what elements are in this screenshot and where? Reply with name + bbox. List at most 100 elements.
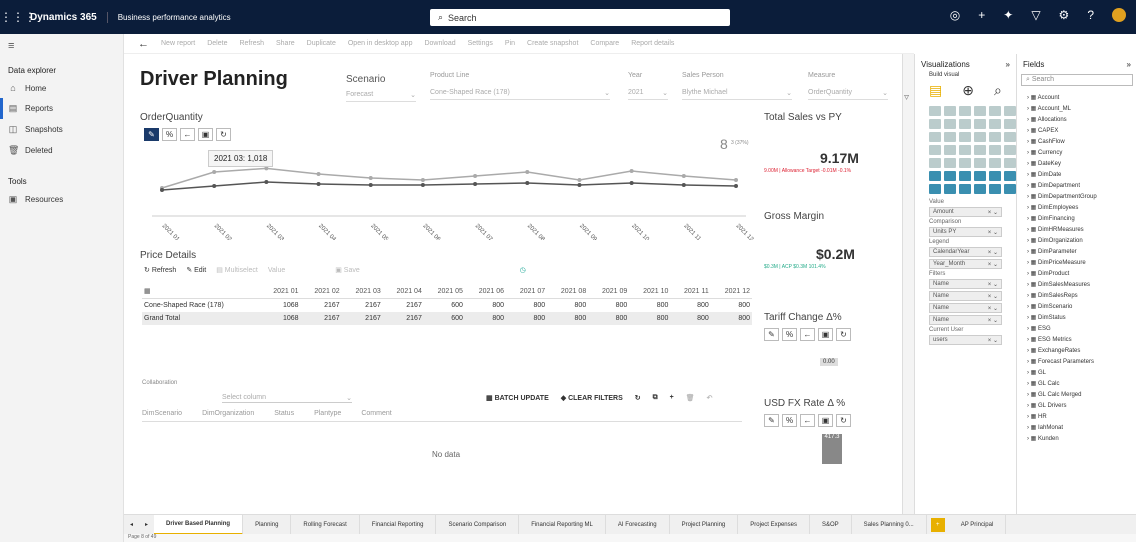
close-icon[interactable]: × ⌄ — [988, 249, 998, 256]
field-table-item[interactable]: › ▦ IahMonat — [1021, 422, 1133, 433]
field-table-item[interactable]: › ▦ DimDepartment — [1021, 180, 1133, 191]
field-table-item[interactable]: › ▦ GL Calc Merged — [1021, 389, 1133, 400]
tab-rolling-forecast[interactable]: Rolling Forecast — [291, 515, 360, 534]
bulb-icon[interactable]: ✦ — [1003, 8, 1013, 22]
undo-icon[interactable]: ↶ — [707, 394, 713, 402]
col-header[interactable]: DimScenario — [142, 410, 182, 417]
field-table-item[interactable]: › ▦ Currency — [1021, 147, 1133, 158]
save-button[interactable]: ▣ Save — [335, 266, 360, 274]
field-table-item[interactable]: › ▦ DimStatus — [1021, 312, 1133, 323]
arrow-left-icon[interactable]: ← — [800, 414, 815, 427]
add-icon[interactable]: + — [978, 8, 985, 22]
prev-page-icon[interactable]: ◂ — [124, 521, 139, 528]
data-point[interactable] — [368, 183, 373, 187]
refresh-icon[interactable]: ↻ — [635, 394, 641, 402]
settings-icon[interactable]: ⚙ — [1059, 8, 1070, 22]
batch-update-button[interactable]: ▦ BATCH UPDATE — [486, 394, 549, 402]
cmd-download[interactable]: Download — [424, 40, 455, 47]
field-table-item[interactable]: › ▦ Account — [1021, 92, 1133, 103]
table-row[interactable]: Cone-Shaped Race (178) 1068 2167 2167 21… — [142, 299, 752, 313]
data-point[interactable] — [420, 178, 425, 182]
nav-item-deleted[interactable]: 🗑 Deleted — [0, 140, 123, 161]
data-point[interactable] — [473, 174, 478, 178]
save-icon[interactable]: ▣ — [818, 328, 833, 341]
well-field[interactable]: Amount × ⌄ — [929, 207, 1002, 217]
field-table-item[interactable]: › ▦ HR — [1021, 411, 1133, 422]
field-table-item[interactable]: › ▦ GL Calc — [1021, 378, 1133, 389]
data-point[interactable] — [264, 166, 269, 171]
table-cell[interactable]: 600 — [424, 299, 465, 313]
field-table-item[interactable]: › ▦ Allocations — [1021, 114, 1133, 125]
data-point[interactable] — [473, 182, 478, 186]
data-point[interactable] — [629, 169, 634, 173]
col-header[interactable]: Plantype — [314, 410, 341, 417]
tab-sop[interactable]: S&OP — [810, 515, 852, 534]
table-cell[interactable]: 2167 — [383, 299, 424, 313]
tab-project-planning[interactable]: Project Planning — [670, 515, 739, 534]
cmd-duplicate[interactable]: Duplicate — [307, 40, 336, 47]
target-icon[interactable]: ◎ — [950, 8, 960, 22]
table-cell[interactable]: 800 — [547, 299, 588, 313]
table-cell[interactable]: 2167 — [342, 299, 383, 313]
nav-item-home[interactable]: ⌂ Home — [0, 78, 123, 98]
data-point[interactable] — [420, 183, 425, 187]
pencil-icon[interactable]: ✎ — [144, 128, 159, 141]
add-icon[interactable]: + — [670, 394, 674, 402]
refresh-button[interactable]: ↻ Refresh — [144, 266, 176, 274]
tab-sales-planning[interactable]: Sales Planning 0... — [852, 515, 927, 534]
data-point[interactable] — [681, 183, 686, 187]
col-header[interactable]: Status — [274, 410, 294, 417]
cmd-delete[interactable]: Delete — [207, 40, 227, 47]
year-slicer[interactable]: Year 2021 ⌄ — [628, 72, 668, 100]
next-page-icon[interactable]: ▸ — [139, 521, 154, 528]
delete-icon[interactable]: 🗑 — [686, 394, 695, 402]
well-field[interactable]: Name × ⌄ — [929, 279, 1002, 289]
field-table-item[interactable]: › ▦ DimHRMeasures — [1021, 224, 1133, 235]
field-table-item[interactable]: › ▦ DateKey — [1021, 158, 1133, 169]
field-table-item[interactable]: › ▦ DimPriceMeasure — [1021, 257, 1133, 268]
field-table-item[interactable]: › ▦ ESG Metrics — [1021, 334, 1133, 345]
value-input[interactable]: Value — [268, 267, 285, 274]
cmd-new-report[interactable]: New report — [161, 40, 195, 47]
field-table-item[interactable]: › ▦ DimScenario — [1021, 301, 1133, 312]
cmd-report-details[interactable]: Report details — [631, 40, 674, 47]
collapse-icon[interactable]: » — [1127, 60, 1131, 69]
refresh-icon[interactable]: ↻ — [216, 128, 231, 141]
field-table-item[interactable]: › ▦ Forecast Parameters — [1021, 356, 1133, 367]
filters-pane-collapsed[interactable]: ▽ — [902, 54, 914, 514]
pencil-icon[interactable]: ✎ — [764, 328, 779, 341]
field-table-item[interactable]: › ▦ DimSalesMeasures — [1021, 279, 1133, 290]
field-table-item[interactable]: › ▦ DimOrganization — [1021, 235, 1133, 246]
add-page-button[interactable]: + — [930, 517, 945, 532]
close-icon[interactable]: × ⌄ — [988, 305, 998, 312]
well-field[interactable]: Name × ⌄ — [929, 315, 1002, 325]
data-point[interactable] — [525, 181, 530, 185]
data-point[interactable] — [212, 184, 217, 188]
field-table-item[interactable]: › ▦ GL Drivers — [1021, 400, 1133, 411]
copy-icon[interactable]: ⧉ — [653, 394, 658, 402]
tab-driver-based-planning[interactable]: Driver Based Planning — [154, 515, 244, 534]
cmd-share[interactable]: Share — [276, 40, 295, 47]
clear-filters-button[interactable]: ◆ CLEAR FILTERS — [561, 394, 623, 402]
filter-icon[interactable]: ▽ — [1031, 8, 1040, 22]
avatar[interactable] — [1112, 8, 1126, 22]
cmd-compare[interactable]: Compare — [590, 40, 619, 47]
waffle-icon[interactable]: ⋮⋮⋮ — [0, 10, 36, 24]
data-point[interactable] — [212, 170, 217, 174]
close-icon[interactable]: × ⌄ — [988, 317, 998, 324]
product-line-slicer[interactable]: Product Line Cone-Shaped Race (178) ⌄ — [430, 72, 610, 100]
clock-icon[interactable]: ◷ — [520, 266, 526, 274]
data-point[interactable] — [264, 180, 269, 184]
sales-person-slicer[interactable]: Sales Person Blythe Michael ⌄ — [682, 72, 792, 100]
data-point[interactable] — [316, 182, 321, 186]
table-cell[interactable]: 800 — [629, 299, 670, 313]
close-icon[interactable]: × ⌄ — [988, 337, 998, 344]
field-table-item[interactable]: › ▦ DimParameter — [1021, 246, 1133, 257]
help-icon[interactable]: ? — [1087, 8, 1094, 22]
data-point[interactable] — [160, 188, 164, 192]
col-header[interactable]: DimOrganization — [202, 410, 254, 417]
nav-item-resources[interactable]: ▣ Resources — [0, 189, 123, 210]
table-cell[interactable]: 800 — [670, 299, 710, 313]
field-table-item[interactable]: › ▦ CAPEX — [1021, 125, 1133, 136]
collapse-icon[interactable]: » — [1006, 60, 1010, 69]
